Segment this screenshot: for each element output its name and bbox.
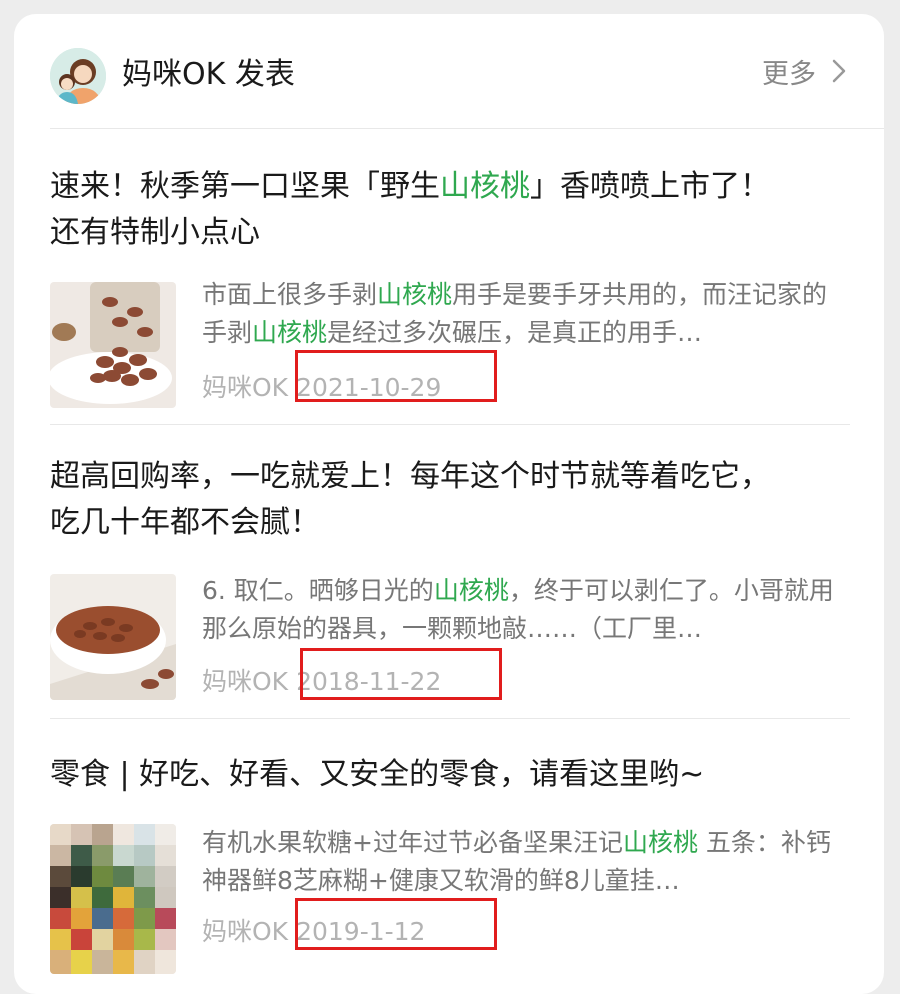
highlight-box <box>300 648 502 700</box>
article-thumbnail <box>50 574 176 700</box>
account-header: 妈咪OK 发表 更多 <box>14 14 884 130</box>
article-source: 妈咪OK <box>202 917 289 946</box>
highlight-box <box>295 898 497 950</box>
account-title[interactable]: 妈咪OK 发表 <box>122 54 295 96</box>
chevron-right-icon <box>831 55 847 97</box>
article-title: 零食 | 好吃、好看、又安全的零食，请看这里哟~ <box>50 757 705 792</box>
article-divider <box>50 718 850 719</box>
article-source: 妈咪OK <box>202 373 289 402</box>
article-source: 妈咪OK <box>202 667 289 696</box>
articles-card: 妈咪OK 发表 更多 速来！秋季第一口坚果「野生山核桃」香喷喷上市了！ 还有特制… <box>14 14 884 994</box>
highlight-box <box>295 350 497 402</box>
header-divider <box>50 128 884 129</box>
family-avatar-icon[interactable] <box>50 48 106 104</box>
article-title: 速来！秋季第一口坚果「野生山核桃」香喷喷上市了！ 还有特制小点心 <box>50 169 770 250</box>
article-thumbnail <box>50 282 176 408</box>
article-summary: 市面上很多手剥山核桃用手是要手牙共用的，而汪记家的手剥山核桃是经过多次碾压，是真… <box>202 280 828 347</box>
more-button[interactable]: 更多 <box>762 54 847 97</box>
article-title: 超高回购率，一吃就爱上！每年这个时节就等着吃它， 吃几十年都不会腻！ <box>50 459 770 540</box>
more-label: 更多 <box>762 59 816 90</box>
article-summary: 有机水果软糖+过年过节必备坚果汪记山核桃 五条：补钙神器鲜8芝麻糊+健康又软滑的… <box>202 828 831 895</box>
article-thumbnail <box>50 824 176 974</box>
article-divider <box>50 424 850 425</box>
article-summary: 6. 取仁。晒够日光的山核桃，终于可以剥仁了。小哥就用那么原始的器具，一颗颗地敲… <box>202 576 834 643</box>
